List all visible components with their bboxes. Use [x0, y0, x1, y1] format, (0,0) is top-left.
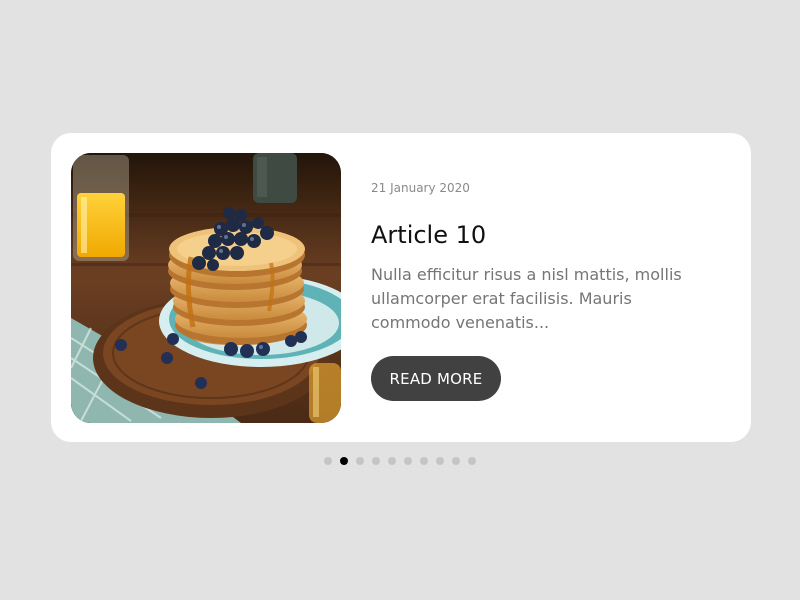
pagination-dot-8[interactable] — [436, 457, 444, 465]
article-excerpt: Nulla efficitur risus a nisl mattis, mol… — [371, 265, 682, 332]
article-card: 21 January 2020 Article 10 Nulla efficit… — [51, 133, 751, 442]
pagination-dot-5[interactable] — [388, 457, 396, 465]
pagination-dot-10[interactable] — [468, 457, 476, 465]
article-image — [71, 153, 341, 423]
pagination-dot-1[interactable] — [324, 457, 332, 465]
pagination-dot-4[interactable] — [372, 457, 380, 465]
pagination-dot-2[interactable] — [340, 457, 348, 465]
carousel-pagination — [0, 457, 800, 467]
pagination-dot-3[interactable] — [356, 457, 364, 465]
pagination-dot-7[interactable] — [420, 457, 428, 465]
article-title: Article 10 — [371, 221, 487, 249]
article-date: 21 January 2020 — [371, 181, 470, 195]
read-more-button[interactable]: READ MORE — [371, 356, 501, 401]
pagination-dot-9[interactable] — [452, 457, 460, 465]
pagination-dot-6[interactable] — [404, 457, 412, 465]
